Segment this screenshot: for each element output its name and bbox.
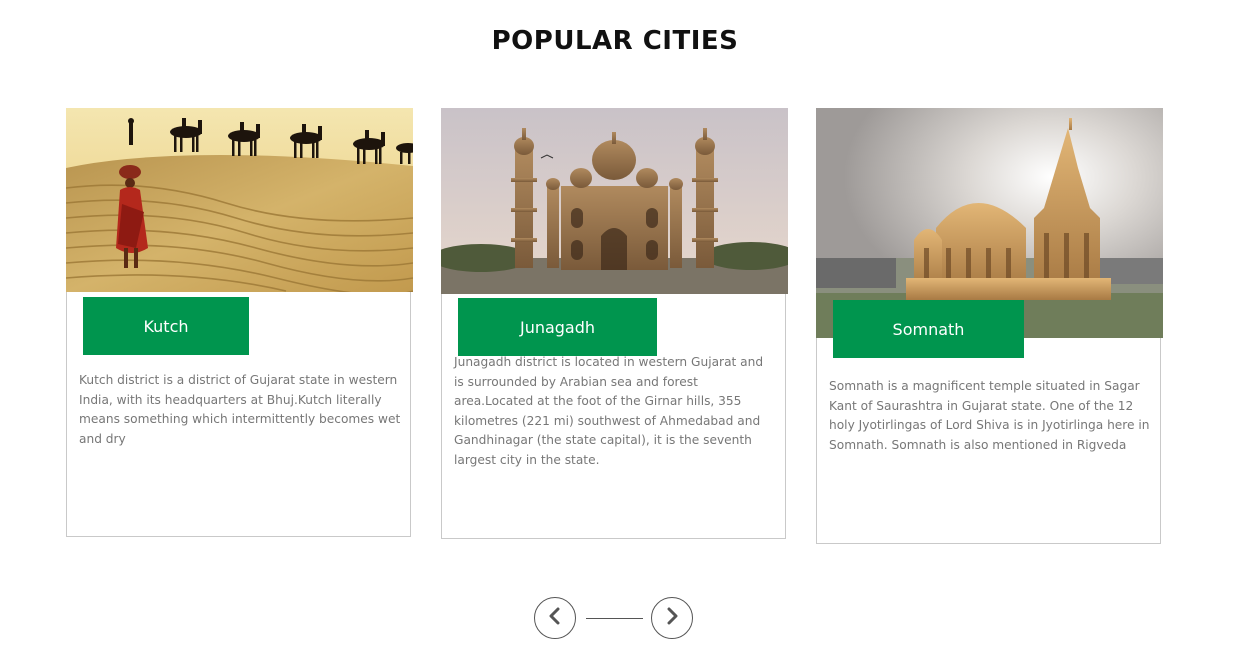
- carousel-navigation: [534, 597, 696, 641]
- city-label-text: Somnath: [892, 319, 965, 339]
- city-card-kutch[interactable]: Kutch Kutch district is a district of Gu…: [66, 108, 413, 537]
- city-image-junagadh: [441, 108, 788, 294]
- prev-button[interactable]: [534, 597, 576, 639]
- city-description-somnath: Somnath is a magnificent temple situated…: [829, 379, 1150, 452]
- city-card-junagadh[interactable]: Junagadh Junagadh district is located in…: [441, 108, 788, 539]
- city-image-kutch: [66, 108, 413, 292]
- city-description-junagadh: Junagadh district is located in western …: [454, 355, 764, 467]
- popular-cities-section: POPULAR CITIES Kutch Kutch district is a…: [0, 0, 1237, 652]
- city-card-somnath[interactable]: Somnath Somnath is a magnificent temple …: [816, 108, 1163, 544]
- city-label-text: Kutch: [143, 316, 189, 336]
- next-button[interactable]: [651, 597, 693, 639]
- city-label-junagadh[interactable]: Junagadh: [458, 298, 657, 356]
- chevron-right-icon: [665, 607, 679, 629]
- city-description-kutch: Kutch district is a district of Gujarat …: [79, 373, 401, 446]
- city-label-kutch[interactable]: Kutch: [83, 297, 249, 355]
- section-title: POPULAR CITIES: [491, 26, 739, 56]
- city-label-somnath[interactable]: Somnath: [833, 300, 1024, 358]
- nav-divider: [586, 618, 643, 619]
- chevron-left-icon: [548, 607, 562, 629]
- city-label-text: Junagadh: [519, 317, 596, 337]
